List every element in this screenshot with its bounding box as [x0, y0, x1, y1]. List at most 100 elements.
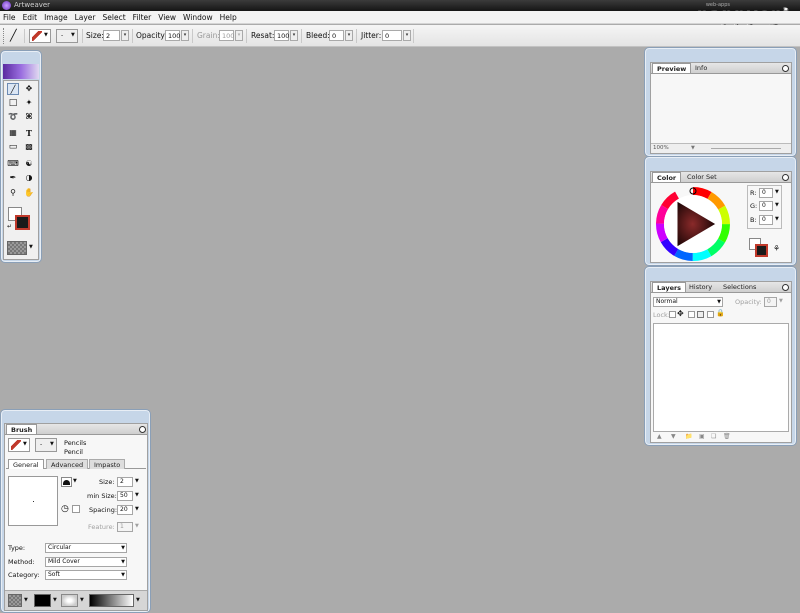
- foreground-color-swatch[interactable]: [15, 215, 30, 230]
- spacing-input[interactable]: 20: [117, 505, 133, 515]
- chevron-down-icon[interactable]: ▼: [135, 478, 139, 484]
- color-mixer-icon[interactable]: ⚘: [773, 244, 780, 253]
- chevron-down-icon[interactable]: ▼: [779, 298, 783, 304]
- tab-brush[interactable]: Brush: [6, 424, 38, 434]
- chevron-down-icon[interactable]: ▼: [80, 597, 84, 603]
- layer-mask-icon[interactable]: ▣: [699, 433, 705, 440]
- min-size-input[interactable]: 50: [117, 491, 133, 501]
- tab-color-set[interactable]: Color Set: [683, 172, 721, 182]
- brush-category-picker[interactable]: ▼: [29, 29, 51, 43]
- swap-colors-icon[interactable]: ↵: [7, 223, 12, 230]
- tab-layers[interactable]: Layers: [652, 282, 687, 292]
- gradient-grid-tool-button[interactable]: ▦: [7, 127, 19, 139]
- lock-transparency-checkbox[interactable]: [669, 311, 676, 318]
- tab-general[interactable]: General: [8, 459, 44, 469]
- paper-texture-picker[interactable]: [8, 594, 22, 607]
- green-input[interactable]: 0: [759, 201, 773, 211]
- tab-color[interactable]: Color: [652, 172, 682, 182]
- lock-move-checkbox[interactable]: [688, 311, 695, 318]
- chevron-down-icon[interactable]: ▼: [73, 478, 77, 484]
- panel-close-icon[interactable]: [782, 284, 789, 291]
- lock-image-checkbox[interactable]: [707, 311, 714, 318]
- new-layer-icon[interactable]: ❏: [711, 433, 716, 440]
- zoom-tool-button[interactable]: ⚲: [7, 187, 19, 199]
- menu-edit[interactable]: Edit: [20, 11, 42, 23]
- chevron-down-icon[interactable]: ▼: [775, 189, 779, 195]
- eyedropper-tool-button[interactable]: ✒: [7, 172, 19, 184]
- text-tool-button[interactable]: T: [23, 127, 35, 139]
- brush-variant-picker[interactable]: - ▼: [35, 438, 57, 452]
- red-input[interactable]: 0: [759, 188, 773, 198]
- color-wheel[interactable]: [654, 185, 732, 263]
- jitter-spin-button[interactable]: ▾: [403, 30, 411, 41]
- resat-spin-button[interactable]: ▾: [290, 30, 298, 41]
- tab-info[interactable]: Info: [691, 63, 711, 73]
- rect-select-tool-button[interactable]: □: [7, 97, 19, 109]
- pattern-picker[interactable]: [34, 594, 51, 607]
- brush-size-input[interactable]: 2: [117, 477, 133, 487]
- nozzle-picker[interactable]: [61, 594, 78, 607]
- delete-layer-icon[interactable]: 🗑: [723, 433, 731, 440]
- gradient-picker[interactable]: [89, 594, 134, 607]
- panel-close-icon[interactable]: [139, 426, 146, 433]
- jitter-input[interactable]: 0: [382, 30, 402, 41]
- clone-tool-button[interactable]: ☯: [23, 158, 35, 170]
- grain-input[interactable]: 100: [219, 30, 234, 41]
- chevron-down-icon[interactable]: ▼: [24, 597, 28, 603]
- panel-close-icon[interactable]: [782, 174, 789, 181]
- paper-texture-picker[interactable]: [7, 241, 27, 255]
- new-group-icon[interactable]: 📁: [685, 433, 692, 440]
- layer-opacity-input[interactable]: 0: [764, 297, 777, 307]
- gradient-tool-button[interactable]: ▩: [23, 141, 35, 153]
- chevron-down-icon[interactable]: ▼: [53, 597, 57, 603]
- size-spin-button[interactable]: ▾: [121, 30, 129, 41]
- menu-view[interactable]: View: [155, 11, 180, 23]
- menu-filter[interactable]: Filter: [130, 11, 156, 23]
- brush-category-picker[interactable]: ▼: [8, 438, 30, 452]
- bleed-spin-button[interactable]: ▾: [345, 30, 353, 41]
- feature-input[interactable]: 1: [117, 522, 133, 532]
- crop-tool-button[interactable]: ⌘: [23, 111, 35, 123]
- layers-list[interactable]: [653, 323, 789, 432]
- opacity-spin-button[interactable]: ▾: [181, 30, 189, 41]
- tab-impasto[interactable]: Impasto: [89, 459, 126, 469]
- menu-window[interactable]: Window: [180, 11, 217, 23]
- zoom-slider[interactable]: [711, 148, 781, 149]
- move-layer-down-icon[interactable]: ▼: [671, 433, 676, 440]
- chevron-down-icon[interactable]: ▼: [775, 202, 779, 208]
- blue-input[interactable]: 0: [759, 215, 773, 225]
- category-select[interactable]: Soft ▼: [45, 570, 127, 580]
- panel-close-icon[interactable]: [782, 65, 789, 72]
- menu-help[interactable]: Help: [217, 11, 241, 23]
- tab-history[interactable]: History: [685, 282, 716, 292]
- lasso-tool-button[interactable]: ➰: [7, 111, 19, 123]
- chevron-down-icon[interactable]: ▼: [135, 492, 139, 498]
- grain-spin-button[interactable]: ▾: [235, 30, 243, 41]
- pressure-checkbox[interactable]: [72, 505, 80, 513]
- tab-preview[interactable]: Preview: [652, 63, 692, 73]
- chevron-down-icon[interactable]: ▼: [691, 145, 695, 151]
- method-select[interactable]: Mild Cover ▼: [45, 557, 127, 567]
- tab-advanced[interactable]: Advanced: [46, 459, 89, 469]
- resat-input[interactable]: 100: [274, 30, 289, 41]
- move-tool-button[interactable]: ✥: [23, 83, 35, 95]
- magic-wand-tool-button[interactable]: ✦: [23, 97, 35, 109]
- eraser-tool-button[interactable]: ⌨: [7, 158, 19, 170]
- bleed-input[interactable]: 0: [329, 30, 344, 41]
- tab-selections[interactable]: Selections: [719, 282, 760, 292]
- chevron-down-icon[interactable]: ▼: [29, 244, 33, 250]
- chevron-down-icon[interactable]: ▼: [136, 597, 140, 603]
- hand-tool-button[interactable]: ✋: [23, 187, 35, 199]
- type-select[interactable]: Circular ▼: [45, 543, 127, 553]
- menu-image[interactable]: Image: [41, 11, 72, 23]
- brush-variant-picker[interactable]: - ▼: [56, 29, 78, 43]
- chevron-down-icon[interactable]: ▼: [775, 216, 779, 222]
- foreground-color-swatch[interactable]: [755, 244, 768, 257]
- chevron-down-icon[interactable]: ▼: [135, 506, 139, 512]
- chevron-down-icon[interactable]: ▼: [135, 523, 139, 529]
- menu-select[interactable]: Select: [100, 11, 130, 23]
- brush-tool-button[interactable]: ╱: [7, 83, 19, 95]
- brush-shape-picker[interactable]: [61, 477, 72, 487]
- menu-layer[interactable]: Layer: [72, 11, 100, 23]
- opacity-input[interactable]: 100: [165, 30, 180, 41]
